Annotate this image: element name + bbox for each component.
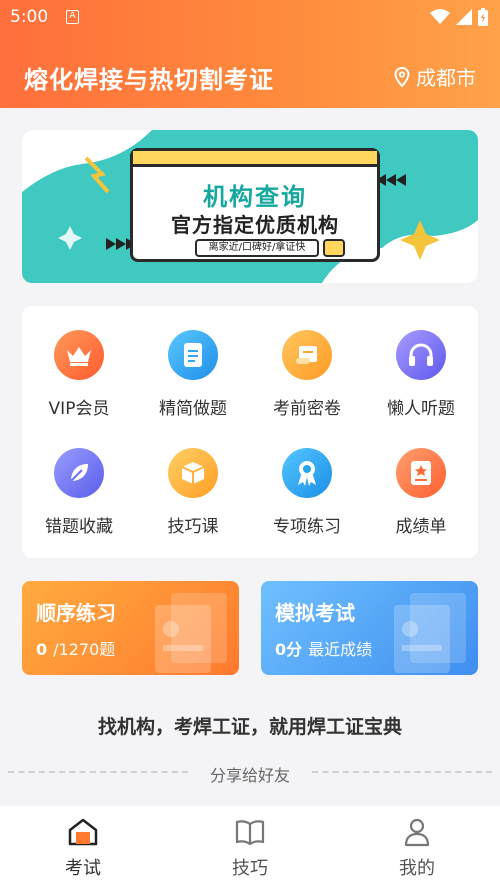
banner-title: 机构查询 bbox=[203, 183, 307, 211]
tab-mine[interactable]: 我的 bbox=[334, 806, 500, 888]
city-selector[interactable]: 成都市 bbox=[394, 62, 476, 91]
mock-title: 模拟考试 bbox=[275, 601, 355, 625]
scroll-icon bbox=[282, 330, 332, 380]
feature-vip[interactable]: VIP会员 bbox=[22, 306, 136, 424]
banner-card: 机构查询 官方指定优质机构 离家近/口碑好/拿证快 bbox=[130, 148, 380, 262]
banner-tagline: 离家近/口碑好/拿证快 bbox=[195, 239, 319, 257]
institution-banner[interactable]: 机构查询 官方指定优质机构 离家近/口碑好/拿证快 bbox=[22, 130, 478, 283]
location-pin-icon bbox=[394, 66, 410, 87]
system-icons bbox=[430, 7, 488, 27]
feature-skill-course[interactable]: 技巧课 bbox=[136, 424, 250, 542]
mock-exam-card[interactable]: 模拟考试 0分 最近成绩 bbox=[261, 581, 478, 675]
cube-icon bbox=[168, 448, 218, 498]
leaf-icon bbox=[54, 448, 104, 498]
battery-icon bbox=[478, 8, 488, 26]
share-button[interactable]: 分享给好友 bbox=[0, 762, 500, 786]
feature-exam-paper[interactable]: 考前密卷 bbox=[250, 306, 364, 424]
feature-wrong-collection[interactable]: 错题收藏 bbox=[22, 424, 136, 542]
feature-label: 专项练习 bbox=[273, 517, 341, 537]
document-icon bbox=[168, 330, 218, 380]
feature-report-card[interactable]: 成绩单 bbox=[364, 424, 478, 542]
home-icon bbox=[68, 818, 98, 846]
status-bar: 5:00 A bbox=[0, 0, 500, 34]
feature-listen[interactable]: 懒人听题 bbox=[364, 306, 478, 424]
mock-score: 0分 最近成绩 bbox=[275, 636, 372, 660]
report-icon bbox=[396, 448, 446, 498]
practice-count: 0 bbox=[36, 640, 48, 659]
tab-exam[interactable]: 考试 bbox=[0, 806, 166, 888]
feature-label: VIP会员 bbox=[48, 399, 110, 419]
feature-label: 错题收藏 bbox=[45, 517, 113, 537]
paper-decoration-icon bbox=[155, 593, 227, 673]
feature-label: 成绩单 bbox=[395, 517, 447, 537]
feature-label: 技巧课 bbox=[167, 517, 219, 537]
tab-label: 我的 bbox=[399, 858, 435, 879]
user-icon bbox=[404, 818, 430, 847]
feature-label: 精简做题 bbox=[159, 399, 227, 419]
headphones-icon bbox=[396, 330, 446, 380]
crown-icon bbox=[54, 330, 104, 380]
feature-label: 考前密卷 bbox=[273, 399, 341, 419]
app-header: 5:00 A 熔化焊接与热切割考证 成都市 bbox=[0, 0, 500, 108]
tab-label: 技巧 bbox=[232, 858, 268, 879]
banner-go-button[interactable] bbox=[323, 239, 345, 257]
feature-simple-practice[interactable]: 精简做题 bbox=[136, 306, 250, 424]
paper-decoration-icon bbox=[394, 593, 466, 673]
wifi-icon bbox=[430, 9, 450, 24]
feature-grid: VIP会员 精简做题 考前密卷 懒人听题 错题收藏 技巧课 专项练习 成绩单 bbox=[22, 306, 478, 558]
slogan-text: 找机构，考焊工证，就用焊工证宝典 bbox=[97, 716, 402, 738]
practice-progress: 0/1270题 bbox=[36, 636, 115, 660]
tab-skills[interactable]: 技巧 bbox=[167, 806, 333, 888]
signal-icon bbox=[456, 9, 472, 25]
status-time: 5:00 bbox=[10, 7, 49, 27]
share-row[interactable]: 分享给好友 bbox=[0, 760, 500, 786]
award-icon bbox=[282, 448, 332, 498]
practice-title: 顺序练习 bbox=[36, 601, 116, 625]
banner-card-bar bbox=[133, 151, 377, 167]
practice-total: /1270题 bbox=[53, 640, 116, 659]
banner-subtitle: 官方指定优质机构 bbox=[171, 213, 339, 237]
mock-score-value: 0分 bbox=[275, 640, 303, 659]
page-title: 熔化焊接与热切割考证 bbox=[24, 66, 274, 94]
city-label: 成都市 bbox=[416, 66, 476, 90]
book-icon bbox=[235, 820, 265, 846]
tab-label: 考试 bbox=[65, 858, 101, 879]
feature-label: 懒人听题 bbox=[387, 399, 455, 419]
sequential-practice-card[interactable]: 顺序练习 0/1270题 bbox=[22, 581, 239, 675]
notification-icon: A bbox=[66, 10, 79, 24]
mock-score-caption: 最近成绩 bbox=[308, 640, 373, 659]
feature-special-practice[interactable]: 专项练习 bbox=[250, 424, 364, 542]
bottom-tab-bar: 考试 技巧 我的 bbox=[0, 806, 500, 888]
